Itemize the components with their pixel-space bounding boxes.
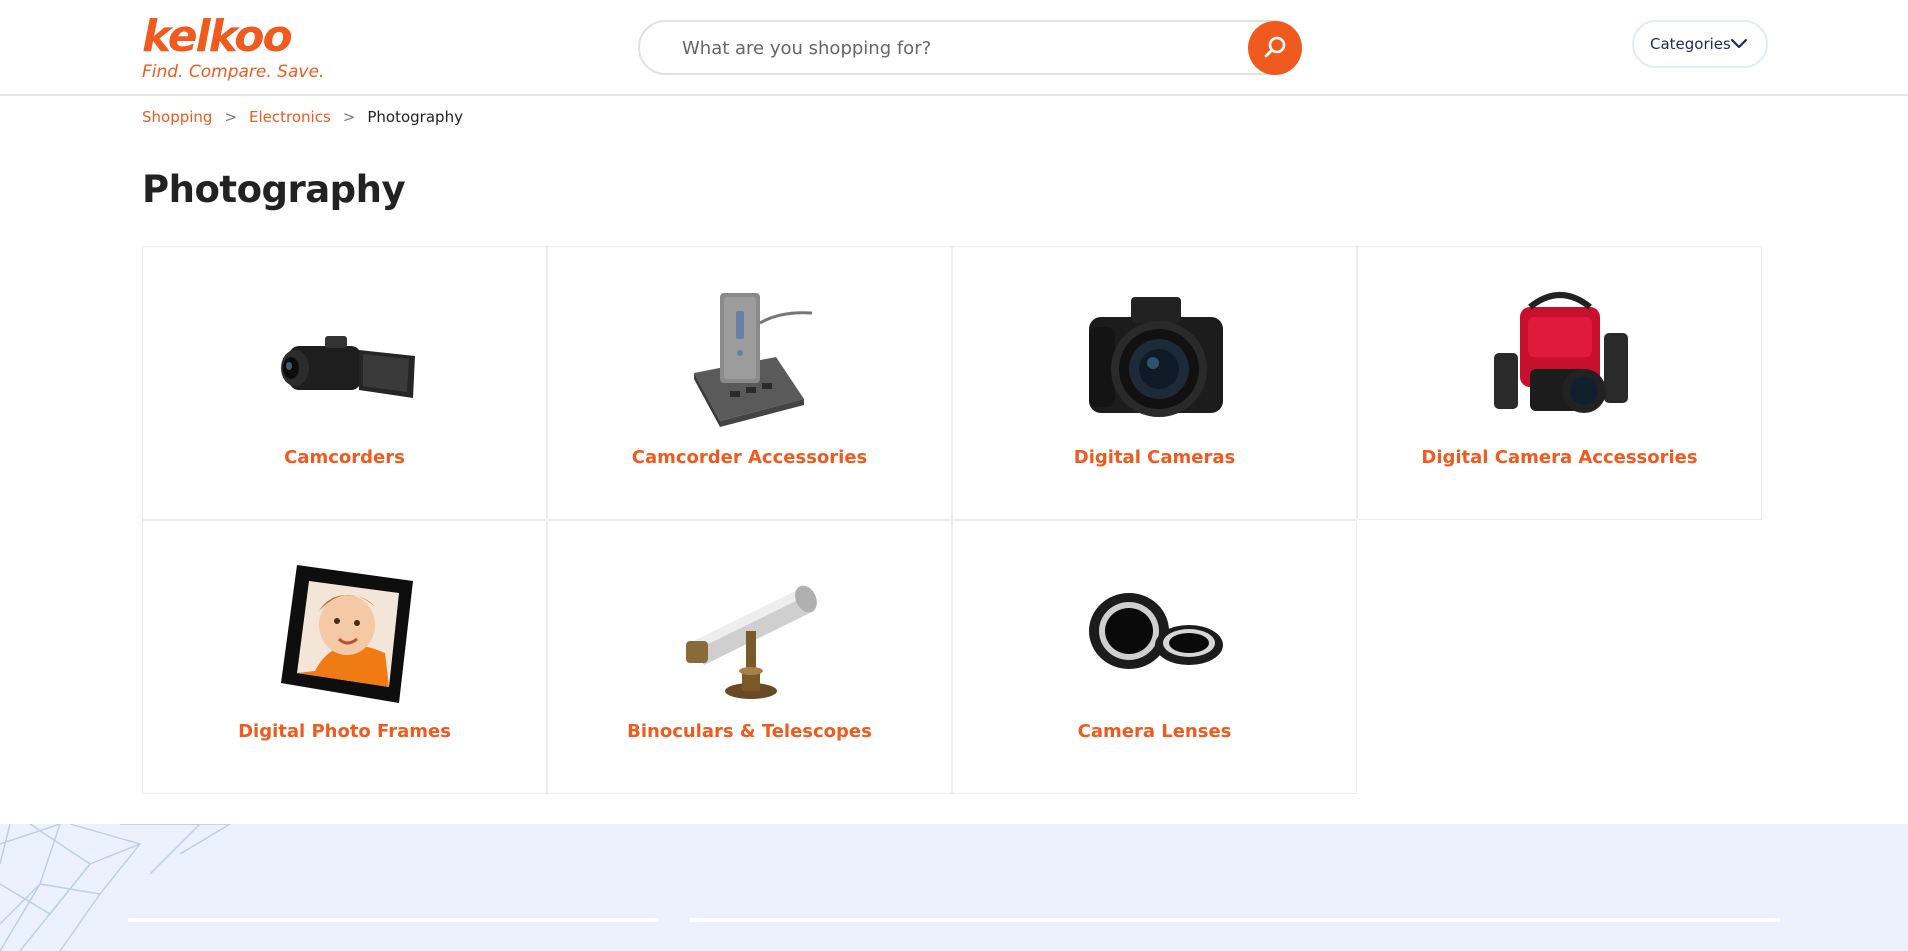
lens-rings-image [1085,561,1227,703]
footer-divider [128,918,659,922]
categories-dropdown-button[interactable]: Categories [1632,20,1768,68]
category-tile-camcorders[interactable]: Camcorders [142,246,547,520]
dslr-camera-image [1085,287,1227,429]
breadcrumb-link-electronics[interactable]: Electronics [249,108,331,126]
category-label: Digital Camera Accessories [1421,447,1698,468]
category-tile-camera-lenses[interactable]: Camera Lenses [952,520,1357,794]
decorative-pattern-icon [0,824,232,951]
search-input[interactable] [682,34,1202,62]
category-label: Digital Photo Frames [238,721,451,742]
breadcrumb: Shopping > Electronics > Photography [142,108,463,126]
site-header: kelkoo Find. Compare. Save. Categories [0,0,1908,96]
category-label: Camcorders [284,447,405,468]
category-tile-digital-camera-accessories[interactable]: Digital Camera Accessories [1357,246,1762,520]
category-label: Camcorder Accessories [631,447,868,468]
breadcrumb-link-shopping[interactable]: Shopping [142,108,212,126]
category-label: Camera Lenses [1077,721,1232,742]
chevron-down-icon [1730,38,1748,49]
category-tile-camcorder-accessories[interactable]: Camcorder Accessories [547,246,952,520]
category-tile-digital-photo-frames[interactable]: Digital Photo Frames [142,520,547,794]
telescope-image [680,561,822,703]
battery-charger-image [680,287,822,429]
breadcrumb-current: Photography [367,108,463,126]
camcorder-image [275,287,417,429]
camera-bag-image [1490,287,1632,429]
search-button[interactable] [1248,21,1302,75]
photo-frame-image [275,561,417,703]
page-title: Photography [142,168,406,211]
logo-wordmark: kelkoo [142,11,293,62]
search-icon [1264,36,1286,58]
footer-band [0,824,1908,951]
category-tile-binoculars-telescopes[interactable]: Binoculars & Telescopes [547,520,952,794]
category-tile-digital-cameras[interactable]: Digital Cameras [952,246,1357,520]
breadcrumb-separator: > [342,108,356,126]
kelkoo-logo[interactable]: kelkoo Find. Compare. Save. [142,11,325,83]
search-bar [638,20,1302,75]
categories-label: Categories [1650,35,1731,53]
footer-divider [689,918,1780,922]
logo-tagline: Find. Compare. Save. [142,62,325,82]
breadcrumb-separator: > [224,108,238,126]
category-label: Digital Cameras [1073,447,1236,468]
category-label: Binoculars & Telescopes [627,721,872,742]
